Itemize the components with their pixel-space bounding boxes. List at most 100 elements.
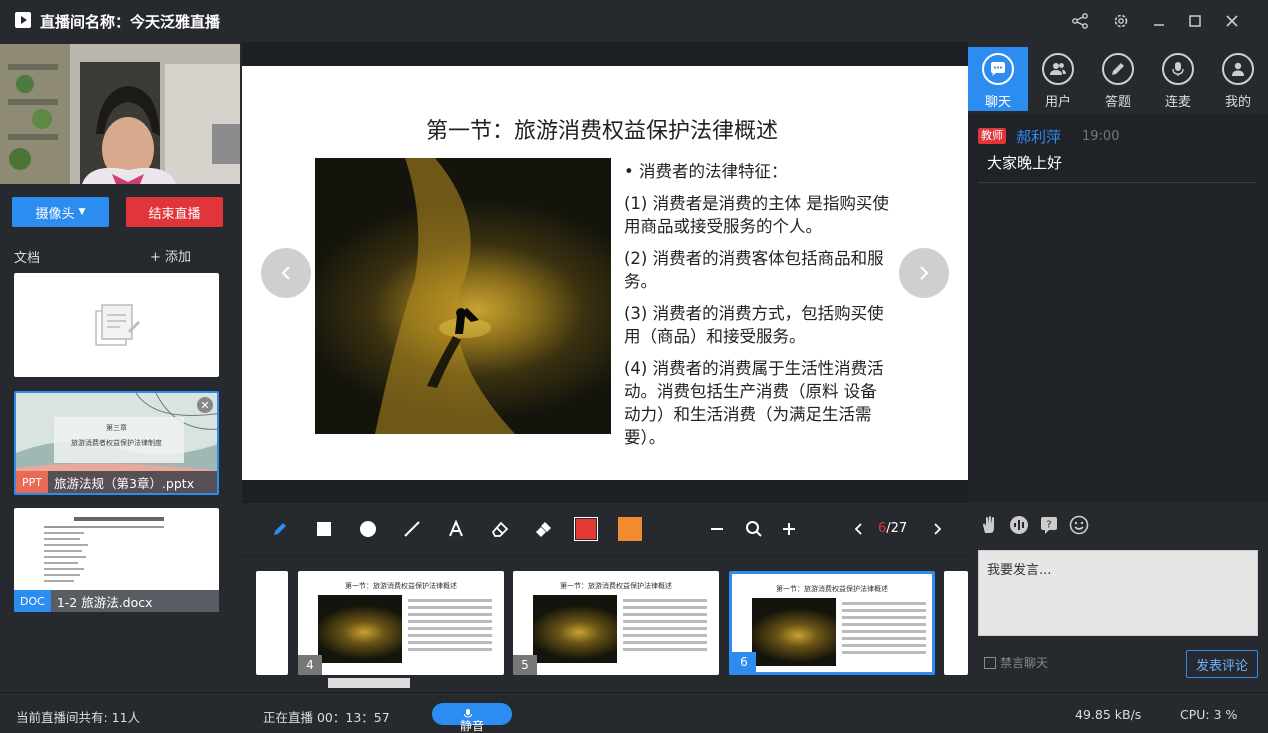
annotation-toolbar: 6/27 (242, 502, 968, 556)
line-tool-icon[interactable] (400, 517, 424, 541)
thumb-text-lines (623, 599, 707, 655)
viewer-count: 当前直播间共有: 11人 (16, 710, 141, 725)
thumbnail-6-active[interactable]: 第一节：旅游消费权益保护法律概述 6 (729, 571, 935, 675)
tab-connect-mic[interactable]: 连麦 (1148, 47, 1208, 111)
doc-type-badge: PPT (16, 471, 48, 493)
color-fill (618, 517, 642, 541)
minimize-icon[interactable] (1146, 8, 1172, 34)
app-logo-icon (15, 12, 31, 28)
mute-chat-checkbox[interactable]: 禁言聊天 (984, 654, 1048, 671)
eraser-icon[interactable] (488, 517, 512, 541)
status-bar: 当前直播间共有: 11人 正在直播 00：13：57 静音 49.85 kB/s… (0, 692, 1268, 733)
chat-area: 教师 郝利萍 19:00 大家晚上好 (968, 114, 1268, 502)
thumb-number: 6 (732, 652, 756, 672)
thumbnail-partial[interactable] (256, 571, 288, 675)
zoom-search-icon[interactable] (742, 517, 766, 541)
checkbox-icon (984, 656, 996, 669)
voice-wave-icon[interactable] (1008, 514, 1030, 536)
emoji-smile-icon[interactable] (1068, 514, 1090, 536)
slide-photo (315, 158, 611, 434)
prev-slide-button[interactable] (261, 248, 311, 298)
tab-chat[interactable]: 聊天 (968, 47, 1028, 111)
mute-chat-label: 禁言聊天 (1000, 656, 1049, 670)
color-fill (576, 519, 596, 539)
tab-users[interactable]: 用户 (1028, 47, 1088, 111)
presentation-area: 第一节：旅游消费权益保护法律概述 • 消费者的法律特征： (1) 消费者是消费的… (242, 42, 968, 692)
cpu-usage: CPU: 3 % (1180, 707, 1238, 722)
thumb-text-lines (408, 599, 492, 655)
next-page-icon[interactable] (925, 517, 949, 541)
mute-button[interactable]: 静音 (432, 703, 512, 733)
chat-input[interactable]: 我要发言... (978, 550, 1258, 636)
fill-color-swatch[interactable] (618, 517, 642, 541)
thumb-image (752, 598, 836, 666)
thumb-image (533, 595, 617, 663)
tab-label: 我的 (1224, 95, 1251, 110)
raise-hand-icon[interactable] (978, 514, 1000, 536)
camera-button[interactable]: 摄像头 ▼ (12, 197, 109, 227)
window-title: 直播间名称：今天泛雅直播 (40, 13, 221, 31)
thumb-number: 5 (513, 655, 537, 675)
slide-title: 第一节：旅游消费权益保护法律概述 (425, 119, 778, 144)
settings-gear-icon[interactable] (1108, 8, 1134, 34)
circle-tool-icon[interactable] (356, 517, 380, 541)
zoom-in-icon[interactable] (777, 517, 801, 541)
thumbnail-5[interactable]: 第一节：旅游消费权益保护法律概述 5 (513, 571, 719, 675)
slide-item: (1) 消费者是消费的主体 是指购买使用商品或接受服务的个人。 (624, 194, 889, 236)
thumb-image (318, 595, 402, 663)
camera-button-label: 摄像头 (35, 206, 75, 222)
tab-quiz[interactable]: 答题 (1088, 47, 1148, 111)
user-profile-icon (1222, 53, 1254, 85)
end-live-button[interactable]: 结束直播 (126, 197, 223, 227)
text-tool-icon[interactable] (444, 517, 468, 541)
page-indicator: 6/27 (878, 521, 907, 536)
left-panel: 摄像头 ▼ 结束直播 文档 + 添加 第三章 旅游消费者权益保护法律制度 ✕ P… (0, 42, 242, 692)
slide-thumbnails: 第一节：旅游消费权益保护法律概述 4 第一节：旅游消费权益保护法律概述 5 第一… (242, 557, 968, 692)
right-panel: 聊天 用户 答题 连麦 我的 教师 郝利萍 19:00 大家晚上好 ? 我要发言… (968, 42, 1268, 692)
doc-card-ppt[interactable]: 第三章 旅游消费者权益保护法律制度 ✕ PPT 旅游法规（第3章）.pptx (14, 391, 219, 495)
pen-color-swatch[interactable] (574, 517, 598, 541)
thumbnail-scrollbar[interactable] (328, 678, 410, 688)
docx-thumbnail (44, 517, 164, 582)
thumb-title: 第一节：旅游消费权益保护法律概述 (560, 582, 672, 590)
slide: 第一节：旅游消费权益保护法律概述 • 消费者的法律特征： (1) 消费者是消费的… (242, 66, 968, 480)
pen-icon[interactable] (268, 517, 292, 541)
tab-label: 答题 (1104, 95, 1131, 110)
doc-card-blank[interactable] (14, 273, 219, 377)
maximize-icon[interactable] (1182, 8, 1208, 34)
add-doc-button[interactable]: + 添加 (150, 246, 191, 265)
right-tabs: 聊天 用户 答题 连麦 我的 (968, 47, 1268, 111)
slide-bullet: • 消费者的法律特征： (624, 162, 788, 181)
chevron-right-icon (920, 266, 929, 280)
slide-item: (4) 消费者的消费属于生活性消费活动。消费包括生产消费（原料 设备 动力）和生… (624, 359, 884, 447)
thumbnail-partial[interactable] (944, 571, 968, 675)
thumbnail-4[interactable]: 第一节：旅游消费权益保护法律概述 4 (298, 571, 504, 675)
rectangle-tool-icon[interactable] (312, 517, 336, 541)
next-slide-button[interactable] (899, 248, 949, 298)
close-icon[interactable] (1219, 8, 1245, 34)
doc-name: 旅游法规（第3章）.pptx (54, 475, 195, 491)
tab-label: 聊天 (984, 95, 1011, 110)
mute-label: 静音 (459, 719, 484, 733)
tab-mine[interactable]: 我的 (1208, 47, 1268, 111)
clear-brush-icon[interactable] (532, 517, 556, 541)
submit-comment-button[interactable]: 发表评论 (1186, 650, 1258, 678)
thumb-number: 4 (298, 655, 322, 675)
doc-name: 1-2 旅游法.docx (56, 594, 153, 610)
zoom-out-icon[interactable] (705, 517, 729, 541)
teacher-badge: 教师 (978, 128, 1006, 144)
bandwidth: 49.85 kB/s (1075, 707, 1142, 722)
thumb-text-lines (842, 602, 926, 658)
close-doc-icon[interactable]: ✕ (197, 397, 213, 413)
doc-card-docx[interactable]: DOC 1-2 旅游法.docx (14, 508, 219, 612)
prev-page-icon[interactable] (847, 517, 871, 541)
question-icon[interactable]: ? (1038, 514, 1060, 536)
doc-type-badge: DOC (14, 590, 51, 612)
total-pages: /27 (886, 521, 908, 536)
chat-text: 大家晚上好 (987, 154, 1063, 172)
slide-body: • 消费者的法律特征： (1) 消费者是消费的主体 是指购买使用商品或接受服务的… (624, 160, 894, 458)
pencil-icon (1102, 53, 1134, 85)
thumb-title: 第一节：旅游消费权益保护法律概述 (345, 582, 457, 590)
share-icon[interactable] (1067, 8, 1093, 34)
svg-text:?: ? (1046, 520, 1051, 531)
